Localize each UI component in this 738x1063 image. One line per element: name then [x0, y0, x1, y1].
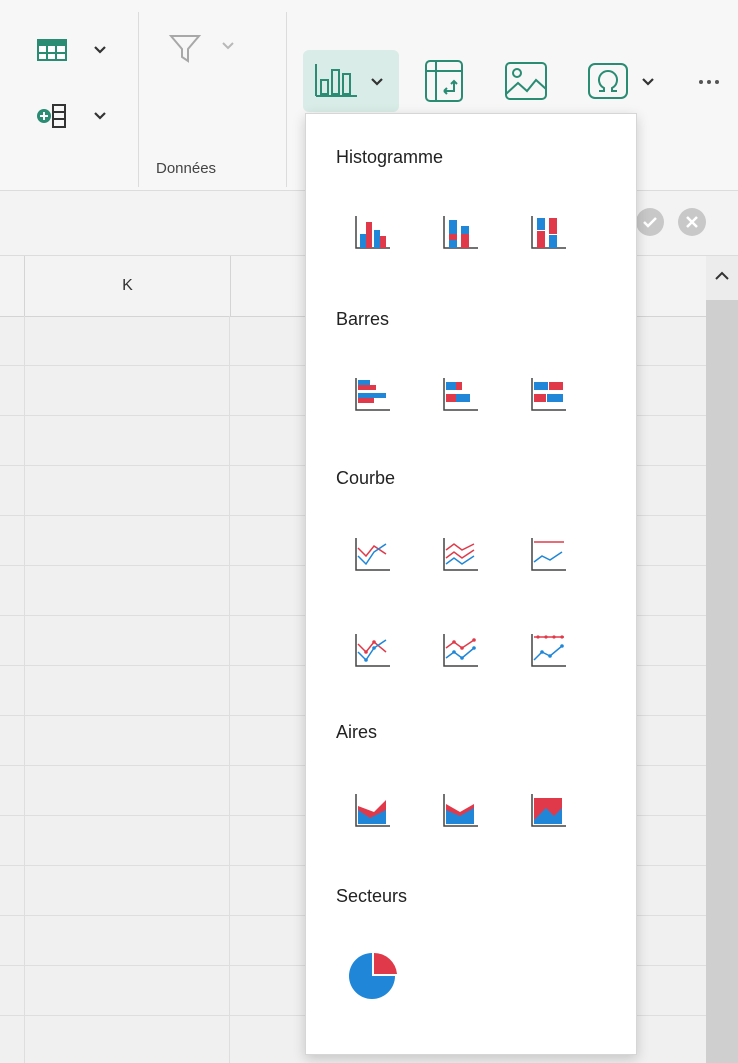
ellipsis-icon[interactable] [694, 68, 724, 96]
group-label-donnees: Données [156, 160, 217, 177]
image-icon[interactable] [502, 54, 550, 108]
pivot-table-icon[interactable] [420, 54, 468, 108]
line-icon[interactable] [346, 528, 398, 580]
section-title-histogramme: Histogramme [336, 147, 444, 167]
insert-cells-icon[interactable] [36, 100, 68, 132]
bar-chart-icon [315, 64, 357, 97]
percent-stacked-line-markers-icon[interactable] [522, 624, 574, 676]
table-icon[interactable] [36, 36, 68, 64]
line-markers-icon[interactable] [346, 624, 398, 676]
percent-stacked-bar-icon[interactable] [522, 368, 574, 420]
ribbon-separator [286, 12, 287, 187]
column-header-k[interactable]: K [24, 256, 231, 316]
stacked-area-icon[interactable] [434, 784, 486, 836]
insert-chart-button[interactable] [303, 50, 399, 112]
chevron-up-icon[interactable] [712, 268, 732, 284]
area-icon[interactable] [346, 784, 398, 836]
chevron-down-icon[interactable] [220, 40, 236, 52]
column-divider [24, 316, 25, 1063]
chevron-down-icon [371, 78, 383, 86]
stacked-column-icon[interactable] [434, 206, 486, 258]
section-title-aires: Aires [336, 722, 378, 742]
chevron-down-icon[interactable] [640, 76, 656, 88]
scrollbar-thumb[interactable] [706, 300, 738, 1063]
chevron-down-icon[interactable] [92, 44, 108, 56]
stacked-bar-icon[interactable] [434, 368, 486, 420]
ribbon-separator [138, 12, 139, 187]
stacked-line-markers-icon[interactable] [434, 624, 486, 676]
column-divider [229, 316, 230, 1063]
confirm-button[interactable] [636, 208, 664, 236]
clustered-column-icon[interactable] [346, 206, 398, 258]
clustered-bar-icon[interactable] [346, 368, 398, 420]
stacked-line-icon[interactable] [434, 528, 486, 580]
cancel-button[interactable] [678, 208, 706, 236]
section-title-secteurs: Secteurs [336, 886, 408, 906]
pie-icon[interactable] [346, 950, 398, 1002]
percent-stacked-line-icon[interactable] [522, 528, 574, 580]
section-title-courbe: Courbe [336, 468, 396, 488]
omega-icon[interactable] [584, 54, 632, 108]
filter-icon[interactable] [165, 28, 205, 68]
chevron-down-icon[interactable] [92, 110, 108, 122]
chart-type-menu: Histogramme Barres Courbe Aires Secteurs [305, 113, 637, 1055]
section-title-barres: Barres [336, 309, 390, 329]
percent-stacked-column-icon[interactable] [522, 206, 574, 258]
percent-stacked-area-icon[interactable] [522, 784, 574, 836]
